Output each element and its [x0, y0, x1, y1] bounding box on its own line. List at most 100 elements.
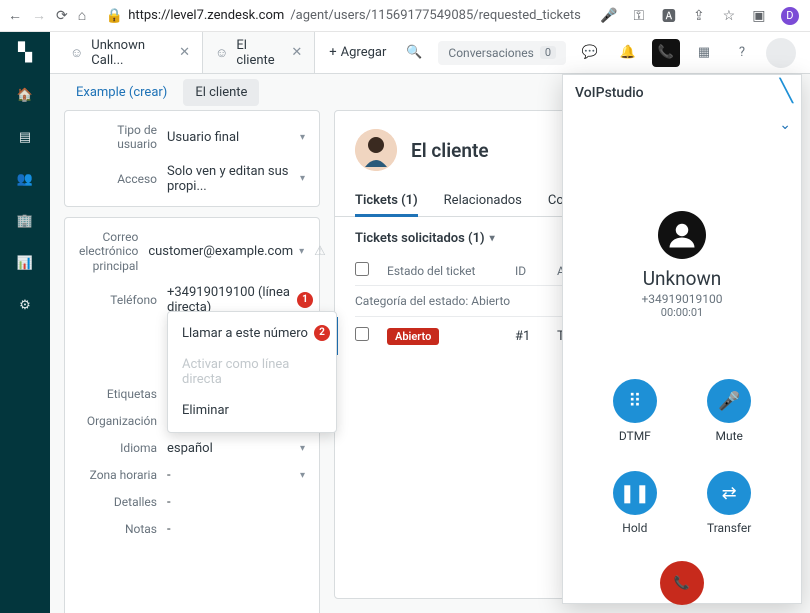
transfer-button[interactable]: ⇄ Transfer	[707, 471, 751, 535]
field-label: Acceso	[79, 172, 157, 186]
conversations-label: Conversaciones	[448, 46, 533, 60]
subtab-example[interactable]: Example (crear)	[64, 79, 179, 106]
caller-avatar-icon	[658, 211, 706, 259]
search-icon[interactable]: 🔍	[400, 39, 428, 67]
mute-button[interactable]: 🎤 Mute	[707, 379, 751, 443]
field-label: Idioma	[79, 441, 157, 455]
nav-home-icon[interactable]: 🏠	[15, 85, 35, 105]
caller-name: Unknown	[643, 267, 722, 290]
nav-views-icon[interactable]: ▤	[15, 127, 35, 147]
url-path: /agent/users/11569177549085/requested_ti…	[290, 8, 581, 23]
field-label: Correo electrónico principal	[79, 230, 138, 273]
phone-icon[interactable]: 📞	[652, 39, 680, 67]
url-bar[interactable]: 🔒 https://level7.zendesk.com/agent/users…	[96, 8, 591, 24]
cti-logo-icon: ╲	[780, 79, 793, 104]
subtab-el-cliente[interactable]: El cliente	[183, 79, 259, 106]
transfer-icon: ⇄	[707, 471, 751, 515]
caller-number: +34919019100	[642, 292, 723, 306]
help-icon[interactable]: ?	[728, 39, 756, 67]
chevron-down-icon: ▾	[300, 173, 305, 184]
home-icon[interactable]: ⌂	[78, 8, 86, 24]
user-type-select[interactable]: Usuario final▾	[167, 130, 305, 145]
add-tab-label: Agregar	[341, 45, 387, 60]
user-icon: ☺	[70, 45, 83, 61]
tab-unknown-caller[interactable]: ☺ Unknown Call... ✕	[58, 32, 203, 73]
workspace-tabs: ☺ Unknown Call... ✕ ☺ El cliente ✕ + Agr…	[50, 32, 810, 74]
select-all-checkbox[interactable]	[355, 262, 369, 276]
bell-icon[interactable]: 🔔	[614, 39, 642, 67]
phone-field[interactable]: +34919019100 (línea directa) 1 Llamar a …	[167, 285, 305, 315]
nav-admin-icon[interactable]: ⚙	[15, 295, 35, 315]
hold-button[interactable]: ❚❚ Hold	[613, 471, 657, 535]
user-details-panel: Tipo de usuario Usuario final▾ Acceso So…	[64, 110, 320, 599]
phone-context-menu: Llamar a este número 2 Activar como líne…	[167, 311, 337, 433]
warning-icon: ⚠	[314, 244, 326, 259]
phone-icon: 📞	[674, 576, 690, 591]
field-label: Etiquetas	[79, 387, 157, 401]
apps-icon[interactable]: ▦	[690, 39, 718, 67]
tab-label: El cliente	[236, 38, 277, 68]
left-nav: ▚ 🏠 ▤ 👥 🏢 📊 ⚙	[0, 32, 50, 613]
field-label: Detalles	[79, 495, 157, 509]
cti-title: VoIPstudio	[575, 85, 644, 101]
mic-icon: 🎤	[707, 379, 751, 423]
close-icon[interactable]: ✕	[179, 45, 190, 60]
chevron-down-icon: ▾	[300, 132, 305, 143]
conversations-button[interactable]: Conversaciones 0	[438, 41, 566, 65]
nav-org-icon[interactable]: 🏢	[15, 211, 35, 231]
zendesk-logo-icon[interactable]: ▚	[18, 42, 32, 63]
field-label: Tipo de usuario	[79, 123, 157, 152]
menu-call-number[interactable]: Llamar a este número 2	[168, 318, 336, 349]
chevron-down-icon: ▾	[299, 246, 304, 257]
reload-icon[interactable]: ⟳	[56, 8, 68, 24]
nav-reports-icon[interactable]: 📊	[15, 253, 35, 273]
profile-avatar[interactable]: D	[781, 7, 799, 25]
col-state: Estado del ticket	[387, 264, 497, 278]
url-host: https://level7.zendesk.com	[128, 8, 284, 23]
details-field[interactable]: -	[167, 495, 305, 510]
email-field[interactable]: customer@example.com ▾ ⚠	[148, 244, 326, 259]
field-label: Teléfono	[79, 293, 157, 307]
tab-related[interactable]: Relacionados	[444, 185, 522, 216]
step-badge-2: 2	[314, 325, 330, 341]
close-icon[interactable]: ✕	[291, 45, 302, 60]
notes-field[interactable]: -	[167, 522, 305, 537]
field-label: Zona horaria	[79, 468, 157, 482]
tz-field[interactable]: -▾	[167, 468, 305, 483]
extension-icon[interactable]: ▣	[751, 8, 767, 24]
mic-icon[interactable]: 🎤	[601, 8, 617, 24]
status-badge: Abierto	[387, 328, 439, 345]
add-tab-button[interactable]: + Agregar	[315, 45, 400, 60]
back-icon[interactable]: ←	[8, 8, 22, 24]
translate-icon[interactable]: 🅰	[661, 8, 677, 24]
field-label: Organización	[79, 414, 157, 428]
chevron-down-icon: ▾	[300, 470, 305, 481]
menu-delete[interactable]: Eliminar	[168, 395, 336, 426]
dialpad-icon: ⠿	[613, 379, 657, 423]
lang-field[interactable]: español▾	[167, 441, 305, 456]
chat-icon[interactable]: 💬	[576, 39, 604, 67]
star-icon[interactable]: ☆	[721, 8, 737, 24]
conversations-count: 0	[540, 46, 556, 59]
plus-icon: +	[329, 45, 336, 60]
tab-el-cliente[interactable]: ☺ El cliente ✕	[203, 32, 315, 73]
share-icon[interactable]: ⇪	[691, 8, 707, 24]
tab-tickets[interactable]: Tickets (1)	[355, 185, 418, 216]
user-avatar[interactable]	[766, 38, 796, 68]
menu-set-direct: Activar como línea directa	[168, 349, 336, 395]
dtmf-button[interactable]: ⠿ DTMF	[613, 379, 657, 443]
lock-icon: 🔒	[106, 8, 122, 24]
key-icon[interactable]: ⚿	[631, 8, 647, 24]
step-badge-1: 1	[297, 292, 313, 308]
forward-icon[interactable]: →	[32, 8, 46, 24]
row-checkbox[interactable]	[355, 327, 369, 341]
call-timer: 00:00:01	[661, 306, 703, 319]
hangup-button[interactable]: 📞	[660, 561, 704, 605]
chevron-down-icon[interactable]: ⌄	[779, 117, 791, 133]
col-id: ID	[515, 264, 539, 278]
access-select[interactable]: Solo ven y editan sus propi...▾	[167, 164, 305, 194]
browser-toolbar: ← → ⟳ ⌂ 🔒 https://level7.zendesk.com/age…	[0, 0, 810, 32]
field-label: Notas	[79, 522, 157, 536]
cti-widget: VoIPstudio ╲ ⌄ Unknown +34919019100 00:0…	[562, 74, 802, 604]
nav-customers-icon[interactable]: 👥	[15, 169, 35, 189]
